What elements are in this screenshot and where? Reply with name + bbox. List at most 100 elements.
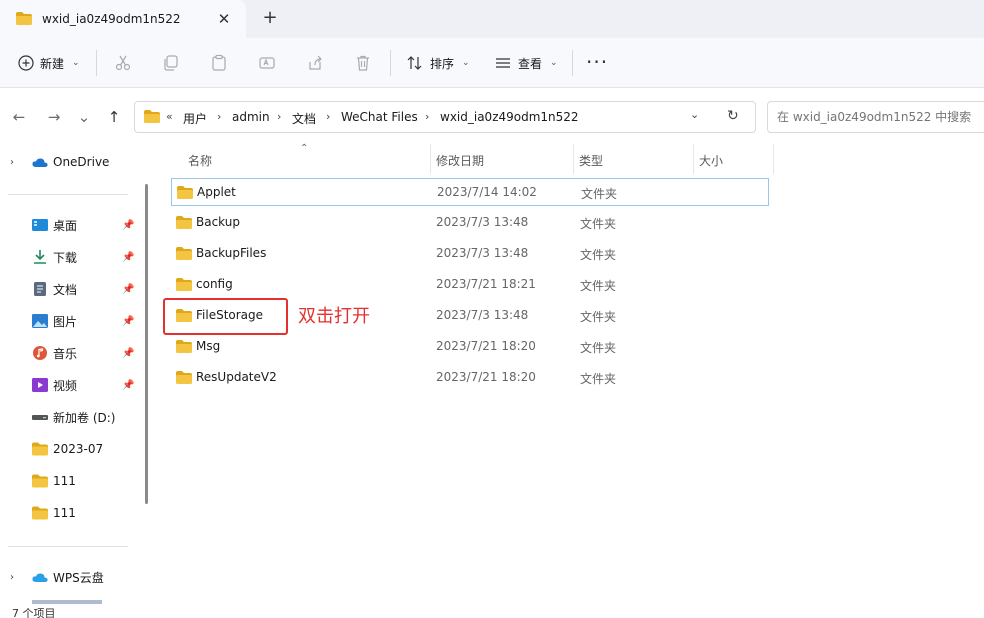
pin-icon[interactable]: 📌 bbox=[122, 252, 134, 263]
sidebar-divider bbox=[8, 546, 128, 547]
column-header-size[interactable]: 大小 bbox=[699, 152, 723, 169]
file-row[interactable]: Msg 2023/7/21 18:20 文件夹 bbox=[171, 333, 769, 361]
chevron-right-icon[interactable]: › bbox=[10, 572, 14, 583]
command-bar: 新建 ⌄ 排序 ⌄ 查看 ⌄ ··· bbox=[0, 38, 984, 88]
column-divider[interactable] bbox=[773, 144, 774, 174]
cut-icon[interactable] bbox=[112, 52, 134, 74]
annotation-text: 双击打开 bbox=[298, 306, 370, 327]
breadcrumb-item[interactable]: WeChat Files bbox=[341, 110, 418, 124]
folder-icon bbox=[16, 12, 32, 25]
breadcrumb-separator-icon[interactable]: › bbox=[217, 110, 221, 123]
sidebar-item-label: OneDrive bbox=[53, 155, 110, 169]
chevron-right-icon[interactable]: › bbox=[10, 157, 14, 168]
rename-icon[interactable] bbox=[256, 52, 278, 74]
sidebar-item-videos[interactable]: 视频 📌 bbox=[0, 371, 140, 399]
sort-ascending-icon: ⌃ bbox=[300, 143, 309, 154]
search-box[interactable] bbox=[767, 101, 984, 133]
sidebar-item-folder[interactable]: 111 bbox=[0, 467, 140, 495]
sidebar-item-music[interactable]: 音乐 📌 bbox=[0, 339, 140, 367]
breadcrumb-separator-icon[interactable]: › bbox=[425, 110, 429, 123]
sidebar-item-downloads[interactable]: 下载 📌 bbox=[0, 243, 140, 271]
sidebar-item-label: 新加卷 (D:) bbox=[53, 410, 116, 425]
file-name: BackupFiles bbox=[196, 246, 267, 260]
new-label: 新建 bbox=[40, 56, 65, 71]
column-header-type[interactable]: 类型 bbox=[579, 152, 603, 169]
sidebar-item-label: WPS云盘 bbox=[53, 570, 104, 585]
column-header-date[interactable]: 修改日期 bbox=[436, 152, 484, 169]
sort-button[interactable]: 排序 ⌄ bbox=[406, 50, 470, 76]
file-row[interactable]: Applet 2023/7/14 14:02 文件夹 bbox=[171, 178, 769, 206]
file-row[interactable]: Backup 2023/7/3 13:48 文件夹 bbox=[171, 209, 769, 237]
address-dropdown-icon[interactable]: ⌄ bbox=[690, 108, 699, 121]
sidebar-divider bbox=[8, 194, 128, 195]
sidebar-item-folder[interactable]: 111 bbox=[0, 499, 140, 527]
file-type: 文件夹 bbox=[581, 187, 618, 201]
sidebar-item-label: 2023-07 bbox=[53, 442, 104, 456]
pin-icon[interactable]: 📌 bbox=[122, 220, 134, 231]
sort-icon bbox=[407, 56, 422, 70]
sidebar-item-wps-cloud[interactable]: › WPS云盘 bbox=[0, 563, 140, 591]
address-bar[interactable]: « 用户 › admin › 文档 › WeChat Files › wxid_… bbox=[134, 101, 756, 133]
pin-icon[interactable]: 📌 bbox=[122, 348, 134, 359]
drive-icon bbox=[32, 415, 48, 420]
sidebar-item-onedrive[interactable]: › OneDrive bbox=[0, 148, 140, 176]
sidebar-item-pictures[interactable]: 图片 📌 bbox=[0, 307, 140, 335]
file-name: ResUpdateV2 bbox=[196, 370, 277, 384]
file-list: ⌃ 名称 修改日期 类型 大小 Applet 2023/7/14 14:02 文… bbox=[157, 143, 984, 604]
annotation-highlight-box bbox=[163, 298, 288, 335]
share-icon[interactable] bbox=[304, 52, 326, 74]
pin-icon[interactable]: 📌 bbox=[122, 284, 134, 295]
close-tab-icon[interactable]: ✕ bbox=[214, 9, 234, 29]
breadcrumb-separator-icon[interactable]: › bbox=[326, 110, 330, 123]
navigation-bar: ← → ⌄ ↑ « 用户 › admin › 文档 › WeChat Files… bbox=[0, 88, 984, 144]
back-arrow-icon[interactable]: ← bbox=[9, 107, 29, 127]
paste-icon[interactable] bbox=[208, 52, 230, 74]
breadcrumb-item[interactable]: wxid_ia0z49odm1n522 bbox=[440, 110, 579, 124]
file-row[interactable]: config 2023/7/21 18:21 文件夹 bbox=[171, 271, 769, 299]
tab-bar: wxid_ia0z49odm1n522 ✕ + bbox=[0, 0, 984, 38]
documents-icon bbox=[34, 282, 46, 296]
chevron-down-icon: ⌄ bbox=[550, 58, 558, 68]
sidebar-item-desktop[interactable]: 桌面 📌 bbox=[0, 211, 140, 239]
column-divider[interactable] bbox=[693, 144, 694, 174]
breadcrumb-item[interactable]: 用户 bbox=[183, 110, 207, 127]
file-date: 2023/7/3 13:48 bbox=[436, 215, 529, 229]
tab-current[interactable]: wxid_ia0z49odm1n522 ✕ bbox=[0, 0, 246, 38]
new-tab-button[interactable]: + bbox=[259, 7, 281, 29]
column-divider[interactable] bbox=[573, 144, 574, 174]
breadcrumb-overflow-icon[interactable]: « bbox=[166, 110, 173, 123]
sidebar-item-documents[interactable]: 文档 📌 bbox=[0, 275, 140, 303]
file-name: Msg bbox=[196, 339, 221, 353]
column-header-name[interactable]: 名称 bbox=[188, 152, 212, 169]
sidebar-item-folder[interactable]: 2023-07 bbox=[0, 435, 140, 463]
file-name: Applet bbox=[197, 185, 236, 199]
sidebar-item-label: 111 bbox=[53, 506, 76, 520]
sidebar-item-label: 下载 bbox=[53, 250, 78, 265]
sidebar-item-label: 视频 bbox=[53, 378, 78, 393]
refresh-icon[interactable]: ↻ bbox=[727, 108, 739, 124]
breadcrumb-separator-icon[interactable]: › bbox=[277, 110, 281, 123]
pin-icon[interactable]: 📌 bbox=[122, 316, 134, 327]
pin-icon[interactable]: 📌 bbox=[122, 380, 134, 391]
new-button[interactable]: 新建 ⌄ bbox=[18, 50, 80, 76]
file-row[interactable]: ResUpdateV2 2023/7/21 18:20 文件夹 bbox=[171, 364, 769, 392]
view-button[interactable]: 查看 ⌄ bbox=[494, 50, 558, 76]
search-input[interactable] bbox=[777, 110, 984, 124]
folder-icon bbox=[176, 216, 192, 229]
sidebar-item-label: 111 bbox=[53, 474, 76, 488]
sidebar-scrollbar[interactable] bbox=[145, 184, 148, 504]
breadcrumb-item[interactable]: admin bbox=[232, 110, 270, 124]
forward-arrow-icon[interactable]: → bbox=[44, 107, 64, 127]
more-options-icon[interactable]: ··· bbox=[586, 50, 608, 74]
cloud-icon bbox=[32, 573, 48, 582]
file-row[interactable]: BackupFiles 2023/7/3 13:48 文件夹 bbox=[171, 240, 769, 268]
sidebar-item-drive-d[interactable]: 新加卷 (D:) bbox=[0, 403, 140, 431]
chevron-down-icon: ⌄ bbox=[72, 58, 80, 68]
up-arrow-icon[interactable]: ↑ bbox=[104, 107, 124, 127]
delete-icon[interactable] bbox=[352, 52, 374, 74]
copy-icon[interactable] bbox=[160, 52, 182, 74]
view-icon bbox=[496, 58, 510, 68]
recent-locations-icon[interactable]: ⌄ bbox=[74, 107, 94, 127]
breadcrumb-item[interactable]: 文档 bbox=[292, 110, 316, 127]
column-divider[interactable] bbox=[430, 144, 431, 174]
